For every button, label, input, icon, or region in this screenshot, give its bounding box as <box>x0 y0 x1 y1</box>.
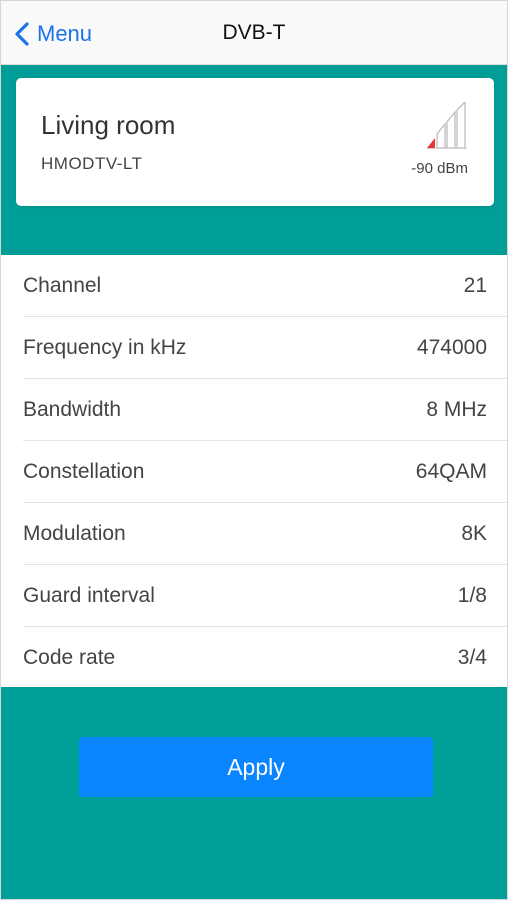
setting-label: Constellation <box>23 460 145 483</box>
setting-row-guard-interval[interactable]: Guard interval 1/8 <box>23 565 507 627</box>
setting-label: Guard interval <box>23 584 155 607</box>
signal-strength-icon <box>427 102 467 149</box>
setting-label: Channel <box>23 274 102 297</box>
app-frame: Menu DVB-T Living room HMODTV-LT -90 dBm… <box>0 0 508 900</box>
setting-row-modulation[interactable]: Modulation 8K <box>23 503 507 565</box>
setting-value: 8K <box>461 522 487 545</box>
setting-label: Bandwidth <box>23 398 122 421</box>
source-card: Living room HMODTV-LT -90 dBm <box>16 78 494 206</box>
setting-value: 8 MHz <box>426 398 487 421</box>
setting-label: Modulation <box>23 522 126 545</box>
page-title: DVB-T <box>222 21 286 44</box>
setting-value: 3/4 <box>457 646 487 669</box>
signal-dbm: -90 dBm <box>411 160 468 177</box>
signal-bar-4 <box>456 102 466 149</box>
nav-bar: Menu DVB-T <box>1 1 507 65</box>
setting-label: Frequency in kHz <box>23 336 187 359</box>
setting-value: 474000 <box>416 336 487 359</box>
apply-button[interactable]: Apply <box>79 737 433 797</box>
setting-value: 1/8 <box>457 584 487 607</box>
setting-row-frequency[interactable]: Frequency in kHz 474000 <box>23 317 507 379</box>
setting-label: Code rate <box>23 646 116 669</box>
setting-row-bandwidth[interactable]: Bandwidth 8 MHz <box>23 379 507 441</box>
setting-value: 64QAM <box>415 460 487 483</box>
setting-row-code-rate[interactable]: Code rate 3/4 <box>23 627 507 689</box>
source-device: HMODTV-LT <box>41 154 143 173</box>
settings-list: Channel 21 Frequency in kHz 474000 Bandw… <box>1 255 507 689</box>
setting-row-channel[interactable]: Channel 21 <box>23 255 507 317</box>
signal-bar-1 <box>427 138 435 148</box>
signal-bar-2 <box>436 122 446 149</box>
setting-row-constellation[interactable]: Constellation 64QAM <box>23 441 507 503</box>
setting-value: 21 <box>463 274 487 297</box>
signal-bar-3 <box>446 110 456 149</box>
source-name: Living room <box>41 110 176 140</box>
